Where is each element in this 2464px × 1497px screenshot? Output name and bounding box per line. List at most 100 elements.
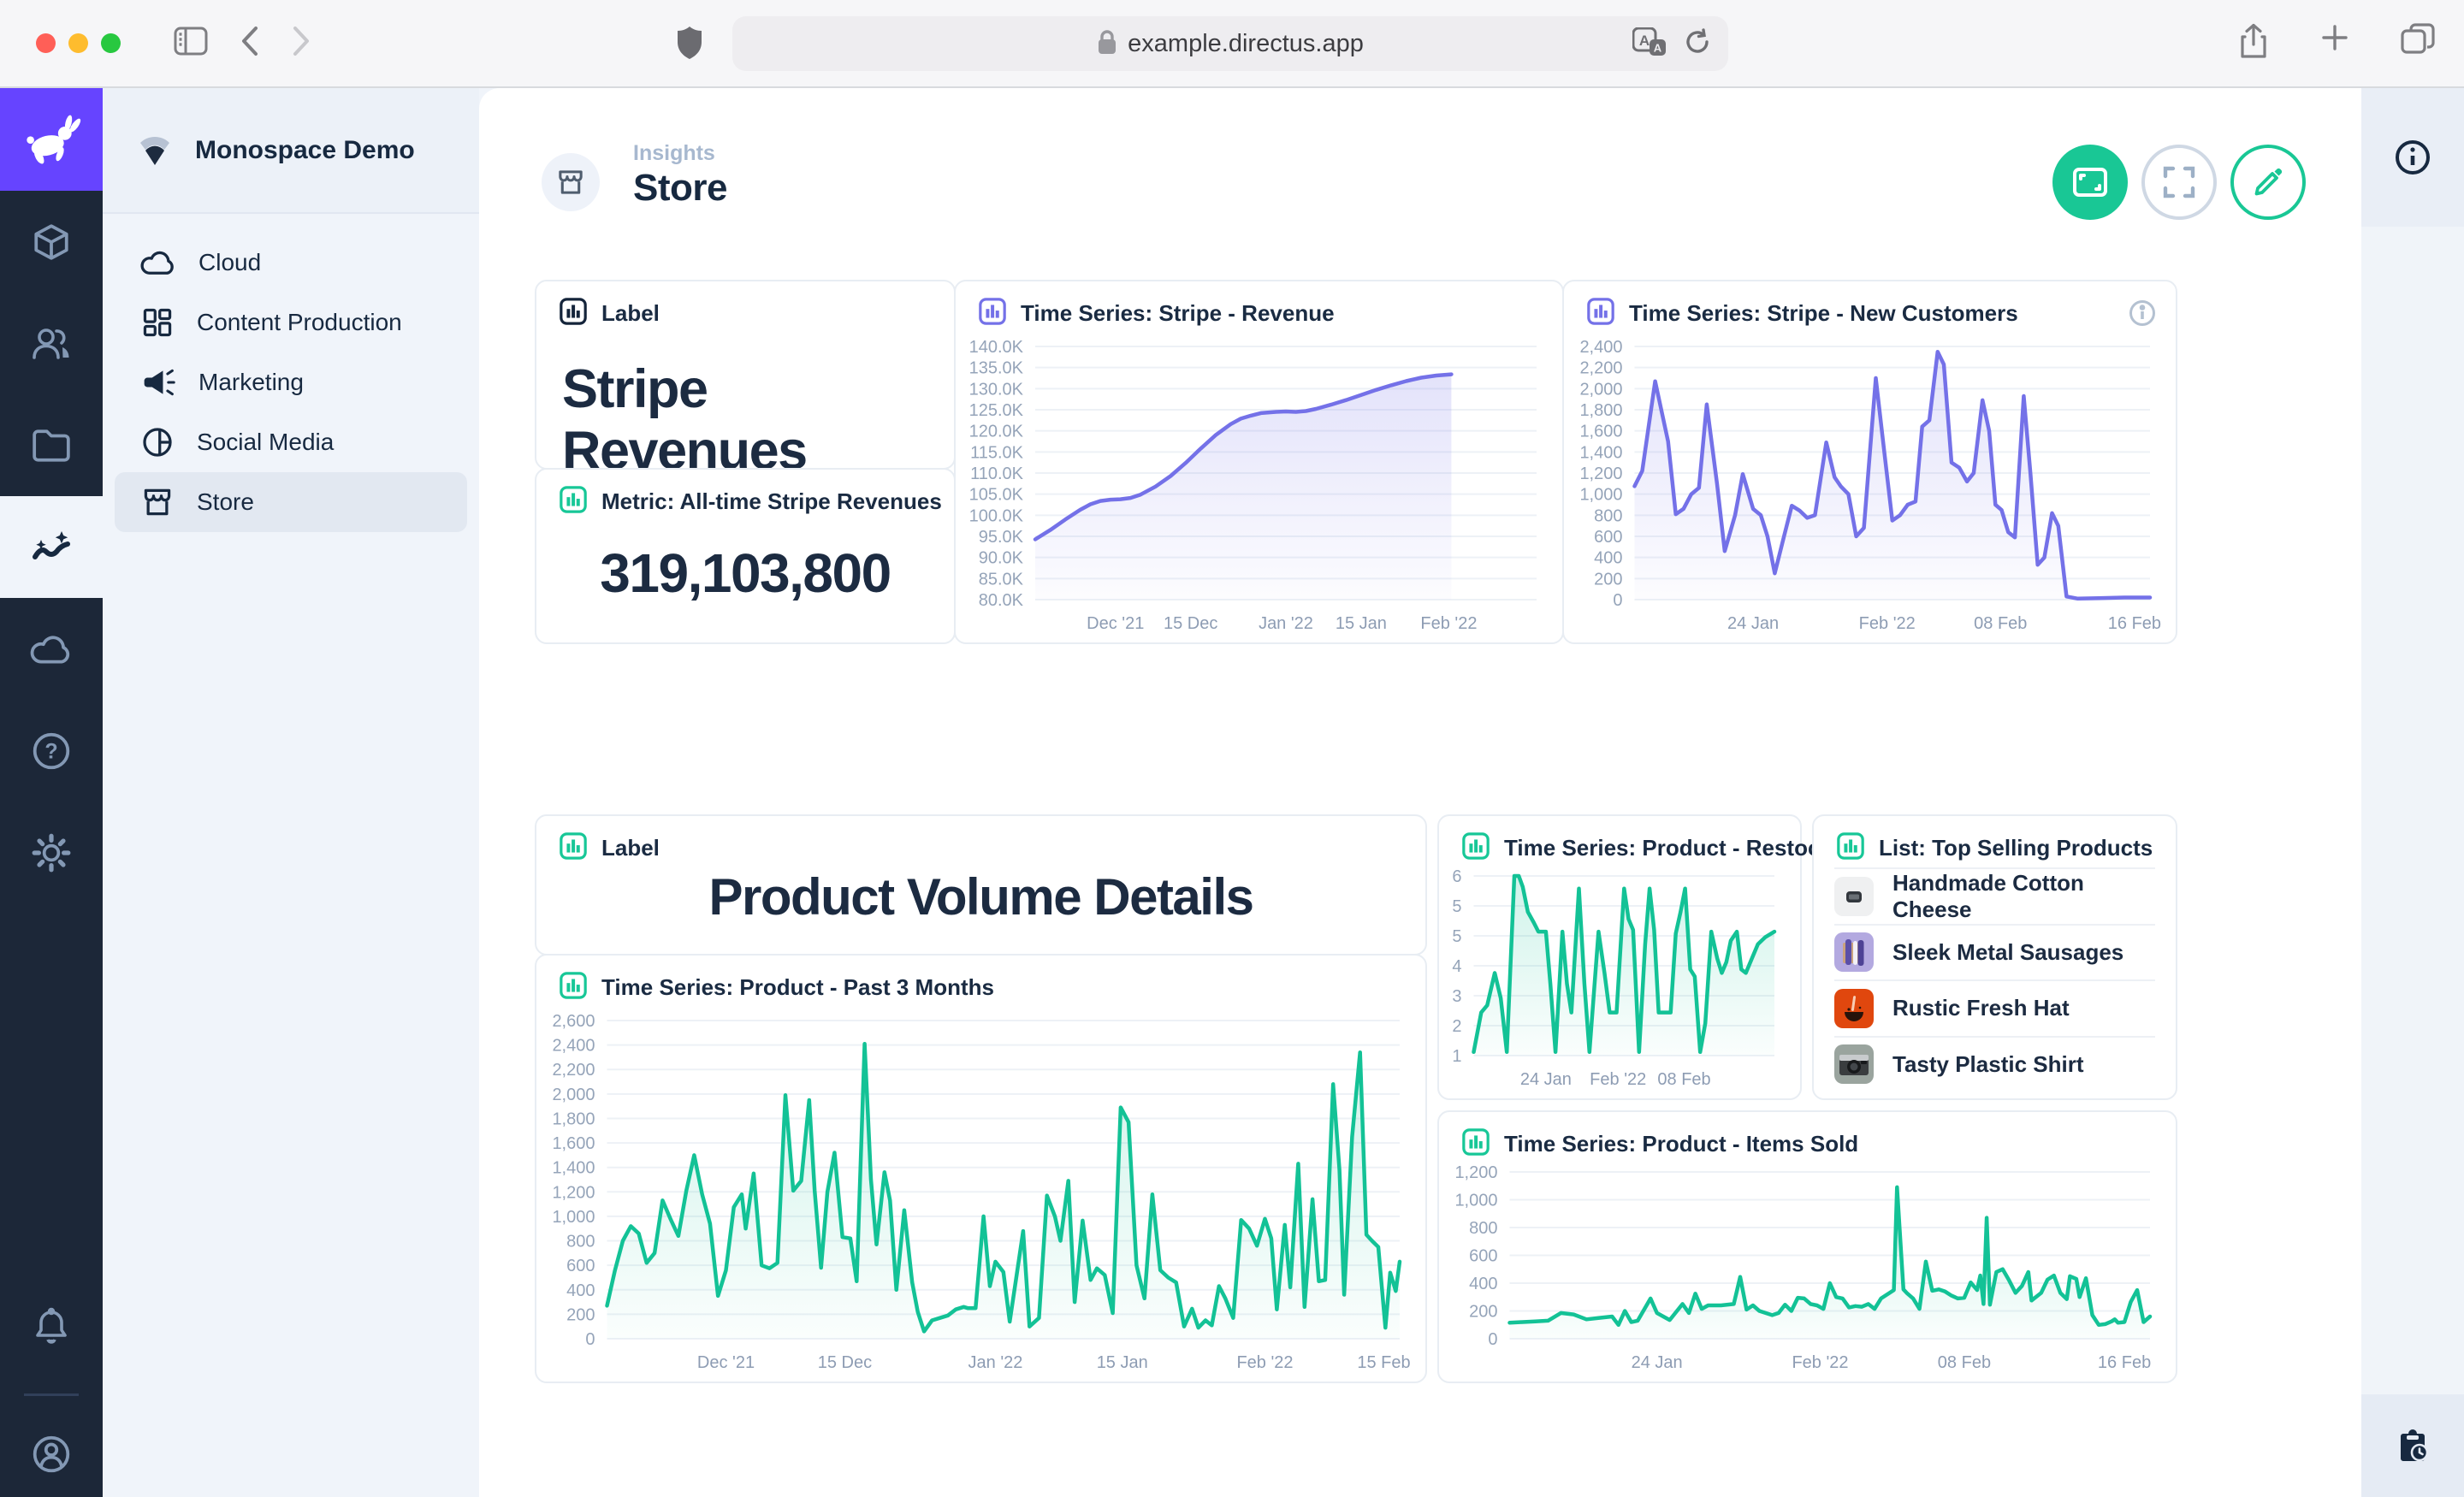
svg-text:105.0K: 105.0K xyxy=(969,486,1024,505)
module-content[interactable] xyxy=(0,191,103,293)
svg-text:15 Jan: 15 Jan xyxy=(1097,1353,1148,1372)
share-icon[interactable] xyxy=(2238,23,2269,63)
cloud-icon xyxy=(30,632,73,666)
fit-to-screen-button[interactable] xyxy=(2052,145,2128,220)
svg-text:115.0K: 115.0K xyxy=(970,443,1024,462)
svg-text:08 Feb: 08 Feb xyxy=(1974,614,2027,633)
panel-title: Time Series: Stripe - Revenue xyxy=(1021,300,1335,327)
panel-restocks-chart: Time Series: Product - Restocks 65543212… xyxy=(1437,814,1802,1100)
list-item[interactable]: Sleek Metal Sausages xyxy=(1834,924,2155,980)
svg-text:0: 0 xyxy=(1488,1330,1497,1349)
minimize-window-button[interactable] xyxy=(68,33,88,53)
sidebar-item-marketing[interactable]: Marketing xyxy=(115,352,467,412)
svg-text:1,200: 1,200 xyxy=(1454,1163,1497,1182)
sidebar-item-cloud[interactable]: Cloud xyxy=(115,233,467,293)
back-button[interactable] xyxy=(240,26,259,61)
panel-top-selling-products: List: Top Selling Products Handmade Cott… xyxy=(1812,814,2177,1100)
svg-text:800: 800 xyxy=(1594,506,1622,525)
info-icon[interactable] xyxy=(2128,299,2157,332)
modulebar-divider xyxy=(24,1393,79,1396)
edit-dashboard-button[interactable] xyxy=(2230,145,2306,220)
svg-text:90.0K: 90.0K xyxy=(979,549,1024,568)
module-settings[interactable] xyxy=(0,802,103,903)
sidebar-item-label: Content Production xyxy=(197,309,402,336)
svg-text:135.0K: 135.0K xyxy=(969,359,1024,378)
window-controls xyxy=(36,33,121,53)
cloud-icon xyxy=(140,248,176,277)
pie-circle-icon xyxy=(140,425,175,459)
account-circle-icon xyxy=(31,1434,72,1475)
svg-text:15 Feb: 15 Feb xyxy=(1357,1353,1410,1372)
new-tab-icon[interactable] xyxy=(2320,23,2349,63)
sidebar-item-store[interactable]: Store xyxy=(115,472,467,532)
svg-text:2,200: 2,200 xyxy=(1579,359,1622,378)
svg-text:1,600: 1,600 xyxy=(1579,423,1622,441)
svg-text:Feb '22: Feb '22 xyxy=(1792,1353,1848,1372)
svg-text:?: ? xyxy=(44,739,57,763)
forward-button[interactable] xyxy=(292,26,311,61)
sidebar-item-social-media[interactable]: Social Media xyxy=(115,412,467,472)
reload-icon[interactable] xyxy=(1684,28,1711,60)
svg-text:400: 400 xyxy=(566,1281,595,1300)
svg-text:800: 800 xyxy=(1469,1219,1497,1238)
svg-text:Feb '22: Feb '22 xyxy=(1420,614,1477,633)
panel-title: Time Series: Stripe - New Customers xyxy=(1629,300,2018,327)
sidebar-item-content-production[interactable]: Content Production xyxy=(115,293,467,352)
module-help[interactable]: ? xyxy=(0,700,103,802)
project-switcher[interactable]: Monospace Demo xyxy=(103,88,479,214)
product-thumbnail xyxy=(1834,989,1874,1028)
svg-text:2,600: 2,600 xyxy=(552,1012,595,1031)
zoom-window-button[interactable] xyxy=(101,33,121,53)
tabs-overview-icon[interactable] xyxy=(2401,23,2435,63)
list-item[interactable]: Rustic Fresh Hat xyxy=(1834,979,2155,1036)
module-files[interactable] xyxy=(0,394,103,496)
list-item[interactable]: Handmade Cotton Cheese xyxy=(1834,867,2155,924)
sidebar-item-label: Social Media xyxy=(197,429,334,456)
panel-label-product-volume: Label Product Volume Details xyxy=(535,814,1427,956)
fullscreen-icon xyxy=(2162,165,2196,199)
panel-new-customers-chart: Time Series: Stripe - New Customers 2,40… xyxy=(1562,280,2177,644)
svg-text:15 Jan: 15 Jan xyxy=(1336,614,1387,633)
svg-text:600: 600 xyxy=(1469,1247,1497,1266)
sidebar-toggle-icon[interactable] xyxy=(174,27,208,60)
svg-text:24 Jan: 24 Jan xyxy=(1632,1353,1683,1372)
svg-text:1: 1 xyxy=(1452,1047,1461,1066)
close-window-button[interactable] xyxy=(36,33,56,53)
svg-text:1,200: 1,200 xyxy=(1579,464,1622,483)
breadcrumb[interactable]: Insights xyxy=(633,141,715,166)
module-insights[interactable] xyxy=(0,496,103,598)
settings-gear-icon xyxy=(31,832,72,873)
restocks-chart: 655432124 JanFeb '2208 Feb xyxy=(1446,864,1792,1093)
privacy-shield-icon[interactable] xyxy=(676,26,703,64)
svg-text:Dec '21: Dec '21 xyxy=(697,1353,755,1372)
product-thumbnail xyxy=(1834,877,1874,916)
dashboard-avatar[interactable] xyxy=(542,153,600,211)
screen: example.directus.app A A xyxy=(0,0,2464,1497)
list-item[interactable]: Tasty Plastic Shirt xyxy=(1834,1036,2155,1092)
url-text: example.directus.app xyxy=(1128,30,1364,58)
product-name: Sleek Metal Sausages xyxy=(1892,939,2123,966)
notifications-bell[interactable] xyxy=(0,1276,103,1378)
svg-text:110.0K: 110.0K xyxy=(970,464,1024,483)
panel-chart-icon xyxy=(1461,831,1490,865)
address-bar[interactable]: example.directus.app A A xyxy=(732,16,1728,71)
panel-past-3-months-chart: Time Series: Product - Past 3 Months 2,6… xyxy=(535,954,1427,1383)
panel-chart-icon xyxy=(1836,831,1865,865)
account-menu[interactable] xyxy=(0,1411,103,1497)
svg-text:2,400: 2,400 xyxy=(552,1037,595,1056)
svg-text:Jan '22: Jan '22 xyxy=(968,1353,1023,1372)
module-users[interactable] xyxy=(0,293,103,394)
product-name: Rustic Fresh Hat xyxy=(1892,995,2070,1021)
svg-text:400: 400 xyxy=(1594,549,1622,568)
svg-text:120.0K: 120.0K xyxy=(969,423,1024,441)
fullscreen-button[interactable] xyxy=(2141,145,2217,220)
module-cloud[interactable] xyxy=(0,598,103,700)
svg-text:200: 200 xyxy=(566,1305,595,1324)
translate-icon[interactable]: A A xyxy=(1632,27,1667,61)
activity-log-tab[interactable] xyxy=(2361,1394,2464,1497)
sidebar-info-tab[interactable] xyxy=(2361,88,2464,227)
directus-logo[interactable] xyxy=(0,88,103,191)
svg-text:0: 0 xyxy=(1613,591,1622,610)
past-3-months-chart: 2,6002,4002,2002,0001,8001,6001,4001,200… xyxy=(543,1009,1417,1376)
svg-text:1,400: 1,400 xyxy=(552,1159,595,1178)
